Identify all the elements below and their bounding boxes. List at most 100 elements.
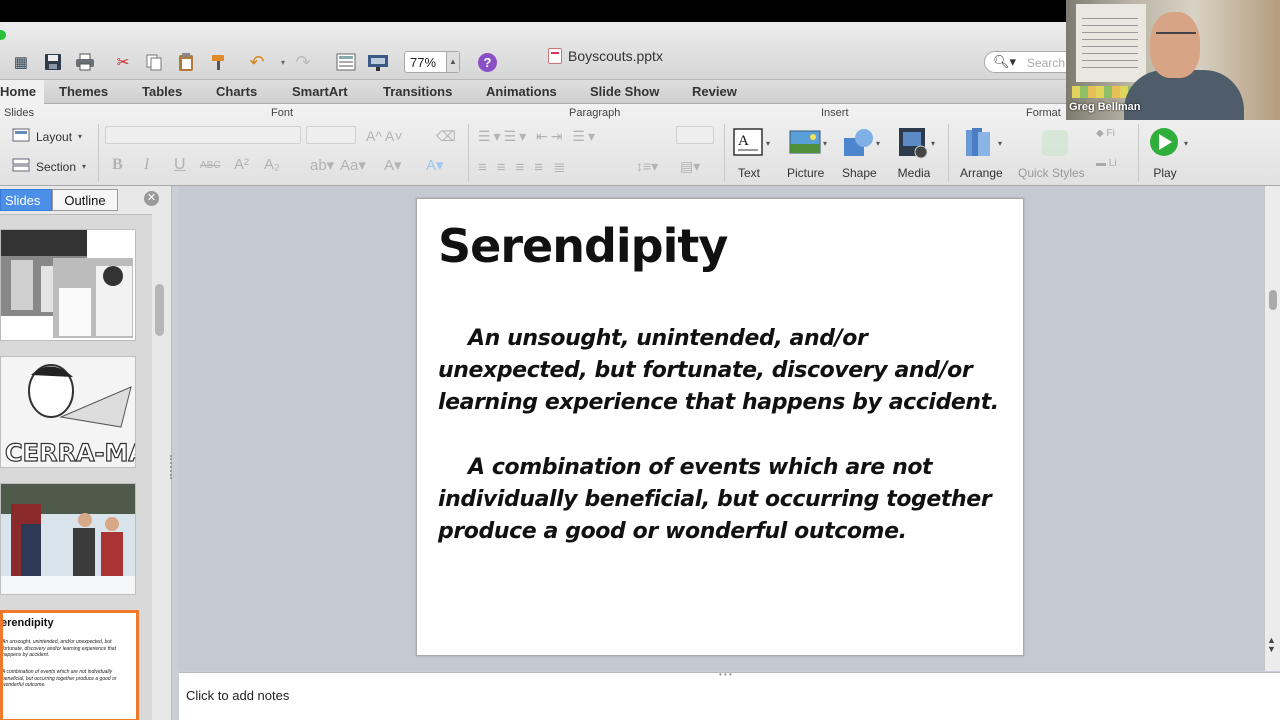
- line-spacing-icon[interactable]: ↕≡▾: [636, 158, 658, 175]
- section-button[interactable]: Section ▾: [12, 158, 86, 175]
- tab-transitions[interactable]: Transitions: [383, 84, 452, 99]
- slide-navigator: Slides Outline ✕ CERRA-MAN erendipity An…: [0, 186, 172, 720]
- shape-fill-icon[interactable]: ◆ Fi: [1096, 128, 1115, 139]
- scroll-arrows-icon[interactable]: ▲ ▼: [1267, 636, 1276, 654]
- scrollbar-thumb[interactable]: [1269, 290, 1277, 310]
- slideshow-icon[interactable]: [365, 50, 391, 74]
- alignment-icons[interactable]: ≡≡≡≡≣: [478, 158, 576, 176]
- copy-icon[interactable]: [141, 50, 167, 74]
- navigator-scrollbar[interactable]: [155, 284, 164, 336]
- vertical-scrollbar[interactable]: ▲ ▼: [1264, 186, 1280, 671]
- slide-thumbnail-list[interactable]: CERRA-MAN erendipity An unsought, uninte…: [0, 214, 152, 720]
- save-icon[interactable]: [40, 50, 66, 74]
- tab-slides[interactable]: Slides: [0, 189, 53, 211]
- shape-icon: ▾: [842, 126, 880, 160]
- slide-thumbnail[interactable]: [0, 229, 136, 341]
- font-color-icon[interactable]: A▾: [384, 156, 402, 174]
- svg-text:▾: ▾: [998, 139, 1002, 148]
- svg-text:▾: ▾: [931, 139, 935, 148]
- zoom-dropdown-arrow-icon[interactable]: ▲: [446, 52, 459, 72]
- insert-text-label: Text: [737, 166, 760, 180]
- quick-styles-icon: [1034, 126, 1069, 160]
- cut-icon[interactable]: ✂: [110, 50, 136, 74]
- pptx-file-icon: [548, 48, 562, 64]
- slide-thumbnail-selected[interactable]: erendipity An unsought, unintended, and/…: [0, 610, 139, 720]
- undo-icon[interactable]: ↶: [244, 50, 270, 74]
- format-painter-icon[interactable]: [206, 50, 232, 74]
- ribbon-separator: [724, 124, 725, 182]
- tab-animations[interactable]: Animations: [486, 84, 557, 99]
- grow-font-icon[interactable]: A^ A˅: [366, 128, 403, 144]
- tab-tables[interactable]: Tables: [142, 84, 182, 99]
- slide-paragraph-1[interactable]: An unsought, unintended, and/or unexpect…: [438, 323, 1008, 419]
- font-size-select[interactable]: [306, 126, 356, 144]
- clear-format-icon[interactable]: ⌫: [436, 128, 456, 145]
- bold-icon[interactable]: B: [112, 156, 123, 174]
- ribbon-separator: [468, 124, 469, 182]
- help-button[interactable]: ?: [478, 53, 497, 72]
- font-name-select[interactable]: [105, 126, 301, 144]
- slide-title[interactable]: Serendipity: [438, 219, 728, 273]
- layout-icon: [12, 128, 30, 145]
- highlight-icon[interactable]: ab▾: [310, 156, 334, 174]
- quick-styles-button[interactable]: Quick Styles: [1018, 126, 1085, 180]
- play-button[interactable]: ▾ Play: [1148, 126, 1188, 180]
- insert-text-button[interactable]: A ▾ Text: [732, 126, 770, 180]
- notes-placeholder[interactable]: Click to add notes: [186, 688, 289, 703]
- columns-select[interactable]: [676, 126, 714, 144]
- arrange-button[interactable]: ▾ Arrange: [960, 126, 1003, 180]
- gallery-icon[interactable]: ▦: [8, 50, 34, 74]
- media-icon: ▾: [897, 126, 935, 160]
- zoom-select[interactable]: 77% ▲: [404, 51, 460, 73]
- notes-resize-handle[interactable]: • • •: [719, 670, 732, 679]
- underline-icon[interactable]: U: [174, 156, 186, 174]
- print-icon[interactable]: [72, 50, 98, 74]
- arrange-icon: ▾: [964, 126, 1002, 160]
- notes-pane[interactable]: • • • Click to add notes: [179, 670, 1280, 720]
- insert-shape-button[interactable]: ▾ Shape: [842, 126, 880, 180]
- tab-themes[interactable]: Themes: [59, 84, 108, 99]
- ribbon-separator: [948, 124, 949, 182]
- play-label: Play: [1153, 166, 1177, 180]
- svg-text:▾: ▾: [1184, 139, 1188, 148]
- italic-icon[interactable]: I: [144, 156, 149, 174]
- svg-text:▾: ▾: [823, 139, 827, 148]
- picture-icon: ▾: [789, 126, 827, 160]
- quick-styles-label: Quick Styles: [1018, 166, 1085, 180]
- thumbnail-paragraph-1: An unsought, unintended, and/or unexpect…: [2, 639, 116, 658]
- tab-slide-show[interactable]: Slide Show: [590, 84, 659, 99]
- redo-icon[interactable]: ↷: [290, 50, 316, 74]
- layout-button[interactable]: Layout ▾: [12, 128, 82, 145]
- tab-smartart[interactable]: SmartArt: [292, 84, 348, 99]
- tab-outline[interactable]: Outline: [52, 189, 118, 211]
- tab-charts[interactable]: Charts: [216, 84, 257, 99]
- text-effects-icon[interactable]: A▾: [426, 156, 444, 174]
- shape-line-icon[interactable]: ▬ Li: [1096, 158, 1117, 169]
- participant-body: [1124, 70, 1244, 120]
- arrange-label: Arrange: [960, 166, 1003, 180]
- slide-paragraph-2[interactable]: A combination of events which are not in…: [438, 452, 1008, 548]
- insert-picture-button[interactable]: ▾ Picture: [787, 126, 827, 180]
- insert-media-label: Media: [897, 166, 931, 180]
- strikethrough-icon[interactable]: ABC: [200, 160, 221, 171]
- superscript-icon[interactable]: A²: [234, 156, 249, 173]
- section-dropdown-icon: ▾: [82, 162, 87, 171]
- panel-resize-handle[interactable]: [170, 455, 174, 479]
- insert-media-button[interactable]: ▾ Media: [897, 126, 935, 180]
- text-box-icon: A ▾: [732, 126, 770, 160]
- thumbnail-title: erendipity: [1, 617, 54, 629]
- slide-layout-icon[interactable]: [333, 50, 359, 74]
- slide-thumbnail[interactable]: [0, 483, 136, 595]
- text-direction-icon[interactable]: ▤▾: [680, 158, 700, 175]
- change-case-icon[interactable]: Aa▾: [340, 156, 366, 174]
- bullets-icon[interactable]: ☰▾☰▾ ⇤⇥ ☰▾: [478, 128, 598, 145]
- subscript-icon[interactable]: A₂: [264, 156, 280, 173]
- tab-home[interactable]: Home: [0, 80, 44, 104]
- tab-review[interactable]: Review: [692, 84, 737, 99]
- section-icon: [12, 158, 30, 175]
- close-icon[interactable]: ✕: [144, 191, 159, 206]
- slide-thumbnail[interactable]: CERRA-MAN: [0, 356, 136, 468]
- paste-icon[interactable]: [173, 50, 199, 74]
- slide[interactable]: Serendipity An unsought, unintended, and…: [416, 198, 1024, 656]
- insert-shape-label: Shape: [842, 166, 877, 180]
